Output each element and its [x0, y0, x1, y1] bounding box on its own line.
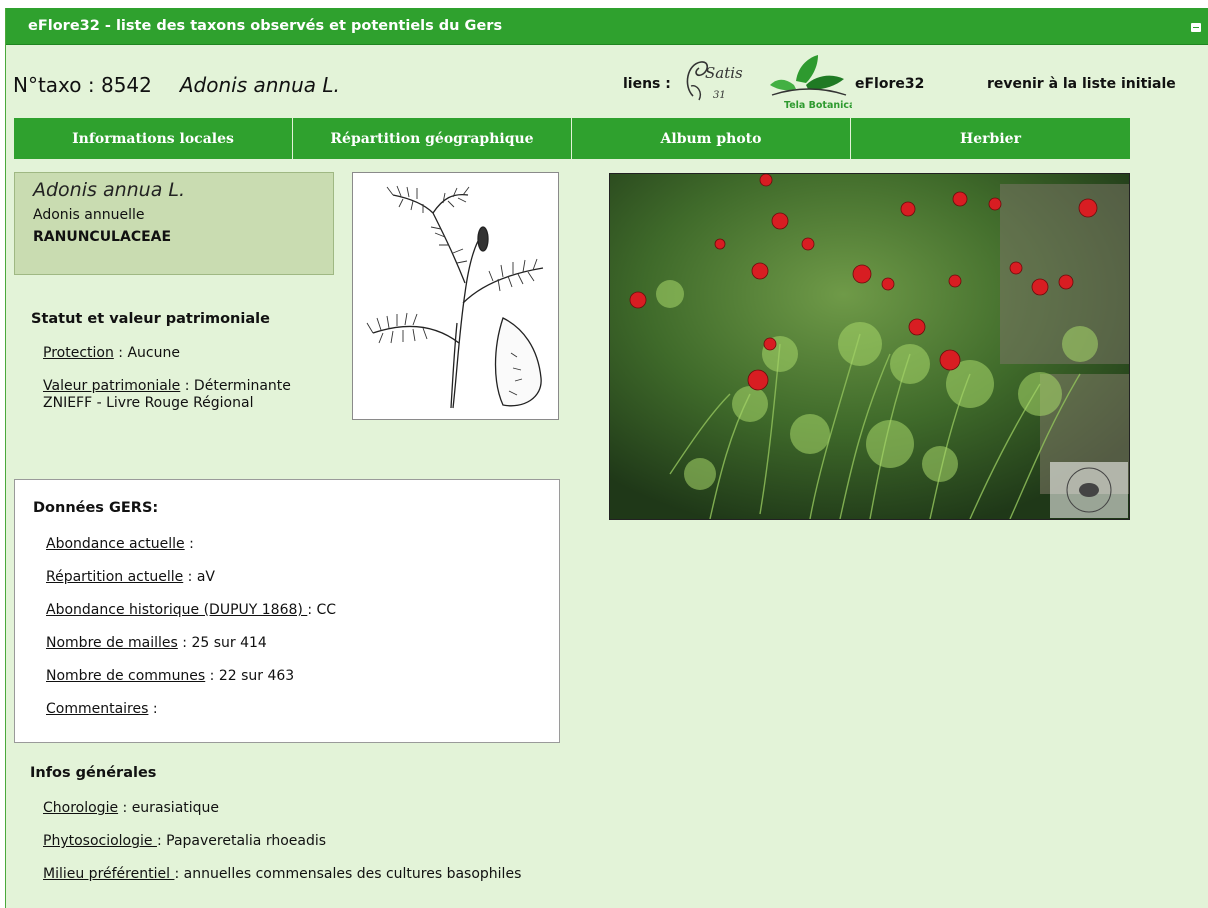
taxon-name-card: Adonis annua L. Adonis annuelle RANUNCUL…: [14, 172, 334, 275]
botanical-drawing[interactable]: [352, 172, 559, 420]
svg-text:31: 31: [713, 90, 726, 101]
family-name: RANUNCULACEAE: [33, 229, 172, 245]
tab-bar: Informations locales Répartition géograp…: [14, 118, 1132, 159]
back-to-list-link[interactable]: revenir à la liste initiale: [987, 76, 1176, 92]
svg-text:Satis: Satis: [705, 64, 743, 82]
abondance-actuelle-field: Abondance actuelle :: [46, 536, 194, 552]
phytosociologie-field: Phytosociologie : Papaveretalia rhoeadis: [43, 833, 326, 849]
protection-link[interactable]: Protection: [43, 345, 114, 361]
scientific-name: Adonis annua L.: [33, 179, 186, 201]
nombre-communes-value: : 22 sur 463: [205, 668, 295, 684]
infos-generales-heading: Infos générales: [30, 765, 157, 781]
eflore32-link[interactable]: eFlore32: [855, 76, 924, 92]
abondance-actuelle-value: :: [184, 536, 194, 552]
repartition-actuelle-link[interactable]: Répartition actuelle: [46, 569, 183, 585]
nombre-mailles-link[interactable]: Nombre de mailles: [46, 635, 178, 651]
nombre-communes-field: Nombre de communes : 22 sur 463: [46, 668, 294, 684]
commentaires-link[interactable]: Commentaires: [46, 701, 148, 717]
valeur-patrimoniale-field: Valeur patrimoniale : Déterminante ZNIEF…: [43, 378, 313, 412]
phytosociologie-value: : Papaveretalia rhoeadis: [156, 833, 327, 849]
gers-heading: Données GERS:: [33, 500, 159, 516]
nombre-communes-link[interactable]: Nombre de communes: [46, 668, 205, 684]
tab-herbier[interactable]: Herbier: [851, 118, 1130, 159]
isatis-logo-icon[interactable]: Satis 31: [679, 56, 747, 106]
window-titlebar: eFlore32 - liste des taxons observés et …: [6, 8, 1208, 45]
protection-value: : Aucune: [113, 345, 180, 361]
nombre-mailles-field: Nombre de mailles : 25 sur 414: [46, 635, 267, 651]
repartition-actuelle-field: Répartition actuelle : aV: [46, 569, 215, 585]
tela-botanica-logo-icon[interactable]: Tela Botanica: [766, 51, 852, 111]
milieu-preferentiel-link[interactable]: Milieu préférentiel: [43, 866, 174, 882]
statut-heading: Statut et valeur patrimoniale: [31, 311, 270, 327]
abondance-historique-value: : CC: [307, 602, 337, 618]
minimize-icon[interactable]: [1191, 23, 1201, 32]
taxo-label: N°taxo : 8542: [13, 73, 152, 97]
chorologie-value: : eurasiatique: [118, 800, 220, 816]
tab-informations-locales[interactable]: Informations locales: [14, 118, 293, 159]
liens-label: liens :: [623, 76, 671, 92]
abg-watermark-icon: [1050, 462, 1128, 518]
abondance-actuelle-link[interactable]: Abondance actuelle: [46, 536, 185, 552]
chorologie-link[interactable]: Chorologie: [43, 800, 118, 816]
commentaires-field: Commentaires :: [46, 701, 158, 717]
protection-field: Protection : Aucune: [43, 345, 180, 361]
commentaires-value: :: [148, 701, 158, 717]
vernacular-name: Adonis annuelle: [33, 207, 145, 223]
abondance-historique-field: Abondance historique (DUPUY 1868) : CC: [46, 602, 336, 618]
tab-album-photo[interactable]: Album photo: [572, 118, 851, 159]
phytosociologie-link[interactable]: Phytosociologie: [43, 833, 157, 849]
chorologie-field: Chorologie : eurasiatique: [43, 800, 219, 816]
taxon-header: N°taxo : 8542 Adonis annua L. liens : Sat…: [6, 49, 1208, 119]
donnees-gers-box: Données GERS: Abondance actuelle : Répar…: [14, 479, 560, 743]
milieu-preferentiel-value: : annuelles commensales des cultures bas…: [174, 866, 522, 882]
taxon-title: Adonis annua L.: [179, 73, 340, 97]
repartition-actuelle-value: : aV: [183, 569, 216, 585]
window-title: eFlore32 - liste des taxons observés et …: [28, 18, 503, 34]
abondance-historique-link[interactable]: Abondance historique (DUPUY 1868): [46, 602, 307, 618]
tela-logo-text: Tela Botanica: [784, 100, 852, 111]
valeur-patrimoniale-link[interactable]: Valeur patrimoniale: [43, 378, 180, 394]
tab-repartition-geographique[interactable]: Répartition géographique: [293, 118, 572, 159]
taxon-window: eFlore32 - liste des taxons observés et …: [5, 8, 1208, 908]
taxon-photo[interactable]: [609, 173, 1130, 520]
milieu-preferentiel-field: Milieu préférentiel : annuelles commensa…: [43, 866, 563, 883]
nombre-mailles-value: : 25 sur 414: [177, 635, 267, 651]
taxo-number: N°taxo : 8542 Adonis annua L.: [13, 73, 340, 97]
